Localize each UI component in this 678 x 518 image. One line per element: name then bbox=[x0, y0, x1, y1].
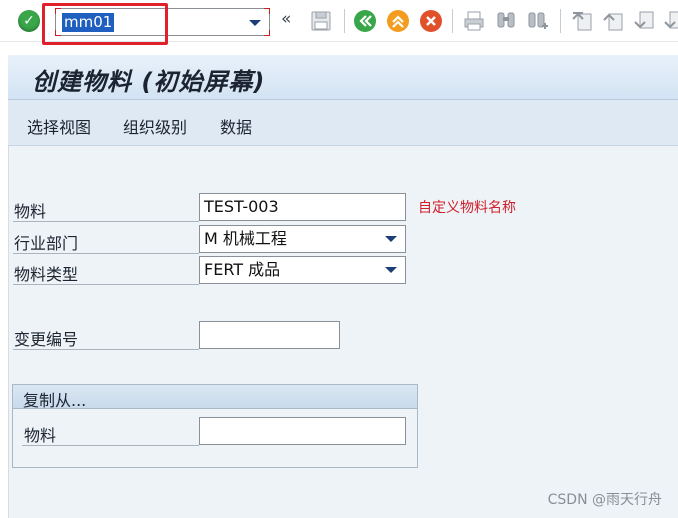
material-value: TEST-003 bbox=[204, 197, 279, 216]
system-toolbar: ✓ mm01 « bbox=[0, 0, 678, 45]
watermark: CSDN @雨天行舟 bbox=[547, 492, 662, 508]
label-underline bbox=[22, 445, 199, 446]
next-page-icon[interactable] bbox=[632, 9, 656, 33]
material-type-label: 物料类型 bbox=[14, 265, 79, 284]
toolbar-separator bbox=[560, 9, 561, 33]
data-button[interactable]: 数据 bbox=[220, 114, 252, 138]
cancel-icon[interactable] bbox=[419, 9, 443, 33]
label-underline bbox=[13, 284, 199, 285]
chevron-down-icon[interactable] bbox=[385, 267, 397, 273]
page-title: 创建物料 (初始屏幕) bbox=[32, 68, 266, 96]
label-underline bbox=[13, 349, 199, 350]
collapse-command-icon[interactable]: « bbox=[281, 9, 291, 29]
group-header: 复制从... bbox=[13, 385, 417, 410]
enter-icon[interactable]: ✓ bbox=[18, 10, 40, 32]
copy-material-label: 物料 bbox=[24, 426, 57, 445]
group-title: 复制从... bbox=[23, 391, 87, 410]
label-underline bbox=[13, 221, 199, 222]
screen-title-bar: 创建物料 (初始屏幕) bbox=[8, 55, 678, 100]
industry-value: M 机械工程 bbox=[204, 229, 287, 248]
field-corner-mark bbox=[264, 8, 270, 14]
highlight-box bbox=[42, 3, 168, 45]
industry-label: 行业部门 bbox=[14, 234, 79, 253]
find-icon[interactable] bbox=[494, 9, 518, 33]
industry-select[interactable]: M 机械工程 bbox=[199, 225, 406, 253]
save-icon[interactable] bbox=[309, 9, 333, 33]
annotation-note: 自定义物料名称 bbox=[418, 200, 516, 216]
toolbar-separator bbox=[452, 9, 453, 33]
back-icon[interactable] bbox=[353, 9, 377, 33]
material-label: 物料 bbox=[14, 202, 47, 221]
field-corner-mark bbox=[264, 30, 270, 36]
copy-material-input[interactable] bbox=[199, 417, 406, 445]
org-levels-button[interactable]: 组织级别 bbox=[123, 114, 187, 138]
label-underline bbox=[13, 253, 199, 254]
chevron-down-icon[interactable] bbox=[249, 20, 261, 26]
material-type-value: FERT 成品 bbox=[204, 260, 281, 279]
change-number-input[interactable] bbox=[199, 321, 340, 349]
material-input[interactable]: TEST-003 bbox=[199, 193, 406, 221]
material-type-select[interactable]: FERT 成品 bbox=[199, 256, 406, 284]
print-icon[interactable] bbox=[462, 9, 486, 33]
previous-page-icon[interactable] bbox=[601, 9, 625, 33]
select-views-button[interactable]: 选择视图 bbox=[27, 114, 91, 138]
chevron-down-icon[interactable] bbox=[385, 236, 397, 242]
first-page-icon[interactable] bbox=[570, 9, 594, 33]
find-next-icon[interactable] bbox=[526, 9, 550, 33]
application-toolbar: 选择视图 组织级别 数据 bbox=[8, 100, 678, 146]
exit-icon[interactable] bbox=[386, 9, 410, 33]
change-number-label: 变更编号 bbox=[14, 330, 79, 349]
toolbar-separator bbox=[344, 9, 345, 33]
last-page-icon[interactable] bbox=[662, 9, 678, 33]
